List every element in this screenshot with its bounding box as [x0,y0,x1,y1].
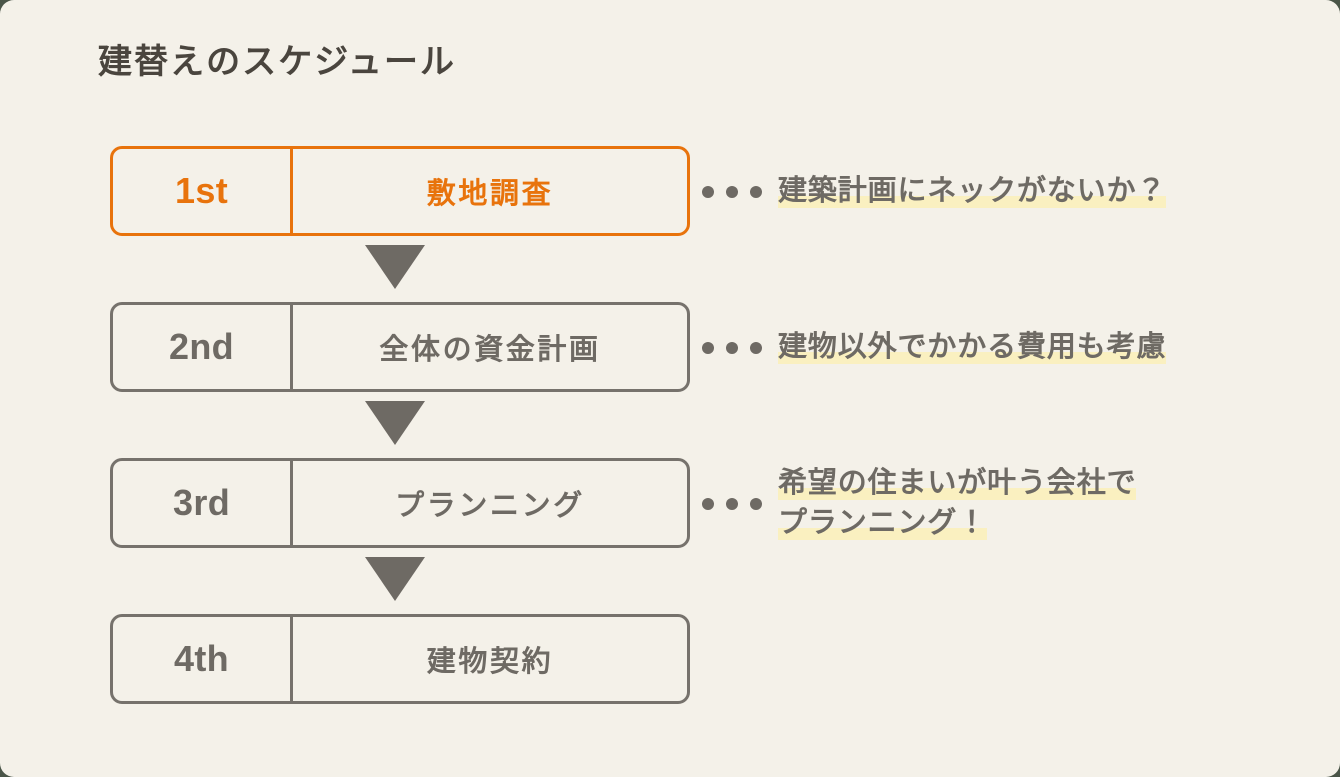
arrow-row [110,392,1270,458]
step-label-2: 全体の資金計画 [379,334,601,366]
flow-row: 2nd 全体の資金計画 建物以外でかかる費用も考慮 [110,302,1270,392]
note-line: プランニング！ [778,507,988,540]
step-label-3: プランニング [395,490,585,522]
step-note-3: 希望の住まいが叶う会社で プランニング！ [702,458,1137,548]
schedule-infographic: 建替えのスケジュール 1st 敷地調査 建築計画にネックがないか？ 2nd 全体… [0,0,1340,777]
triangle-down-icon [365,557,425,601]
flow-row: 4th 建物契約 [110,614,1270,704]
step-box-4[interactable]: 4th 建物契約 [110,614,690,704]
arrow-row [110,548,1270,614]
step-box-2[interactable]: 2nd 全体の資金計画 [110,302,690,392]
triangle-down-icon [365,401,425,445]
flow-row: 3rd プランニング 希望の住まいが叶う会社で プランニング！ [110,458,1270,548]
step-ordinal-3: 3rd [172,482,231,523]
step-label-1: 敷地調査 [426,178,554,210]
step-note-text-1: 建築計画にネックがないか？ [778,171,1167,211]
step-flow-list: 1st 敷地調査 建築計画にネックがないか？ 2nd 全体の資金計画 建物以外で… [110,146,1270,704]
note-line: 希望の住まいが叶う会社で [778,466,1137,500]
ellipsis-dots-icon [702,340,762,354]
note-line: 建築計画にネックがないか？ [778,174,1167,208]
arrow-row [110,236,1270,302]
page-title: 建替えのスケジュール [98,43,457,81]
triangle-down-icon [365,245,425,289]
ellipsis-dots-icon [702,184,762,198]
note-line: 建物以外でかかる費用も考慮 [778,330,1167,364]
step-box-1[interactable]: 1st 敷地調査 [110,146,690,236]
step-note-1: 建築計画にネックがないか？ [702,146,1167,236]
step-ordinal-2: 2nd [168,326,235,367]
step-ordinal-4: 4th [173,638,230,679]
step-ordinal-1: 1st [174,170,229,211]
flow-row: 1st 敷地調査 建築計画にネックがないか？ [110,146,1270,236]
step-note-2: 建物以外でかかる費用も考慮 [702,302,1167,392]
step-note-text-2: 建物以外でかかる費用も考慮 [778,327,1167,367]
ellipsis-dots-icon [702,496,762,510]
step-note-text-3: 希望の住まいが叶う会社で プランニング！ [778,463,1137,543]
step-box-3[interactable]: 3rd プランニング [110,458,690,548]
step-label-4: 建物契約 [426,646,554,678]
